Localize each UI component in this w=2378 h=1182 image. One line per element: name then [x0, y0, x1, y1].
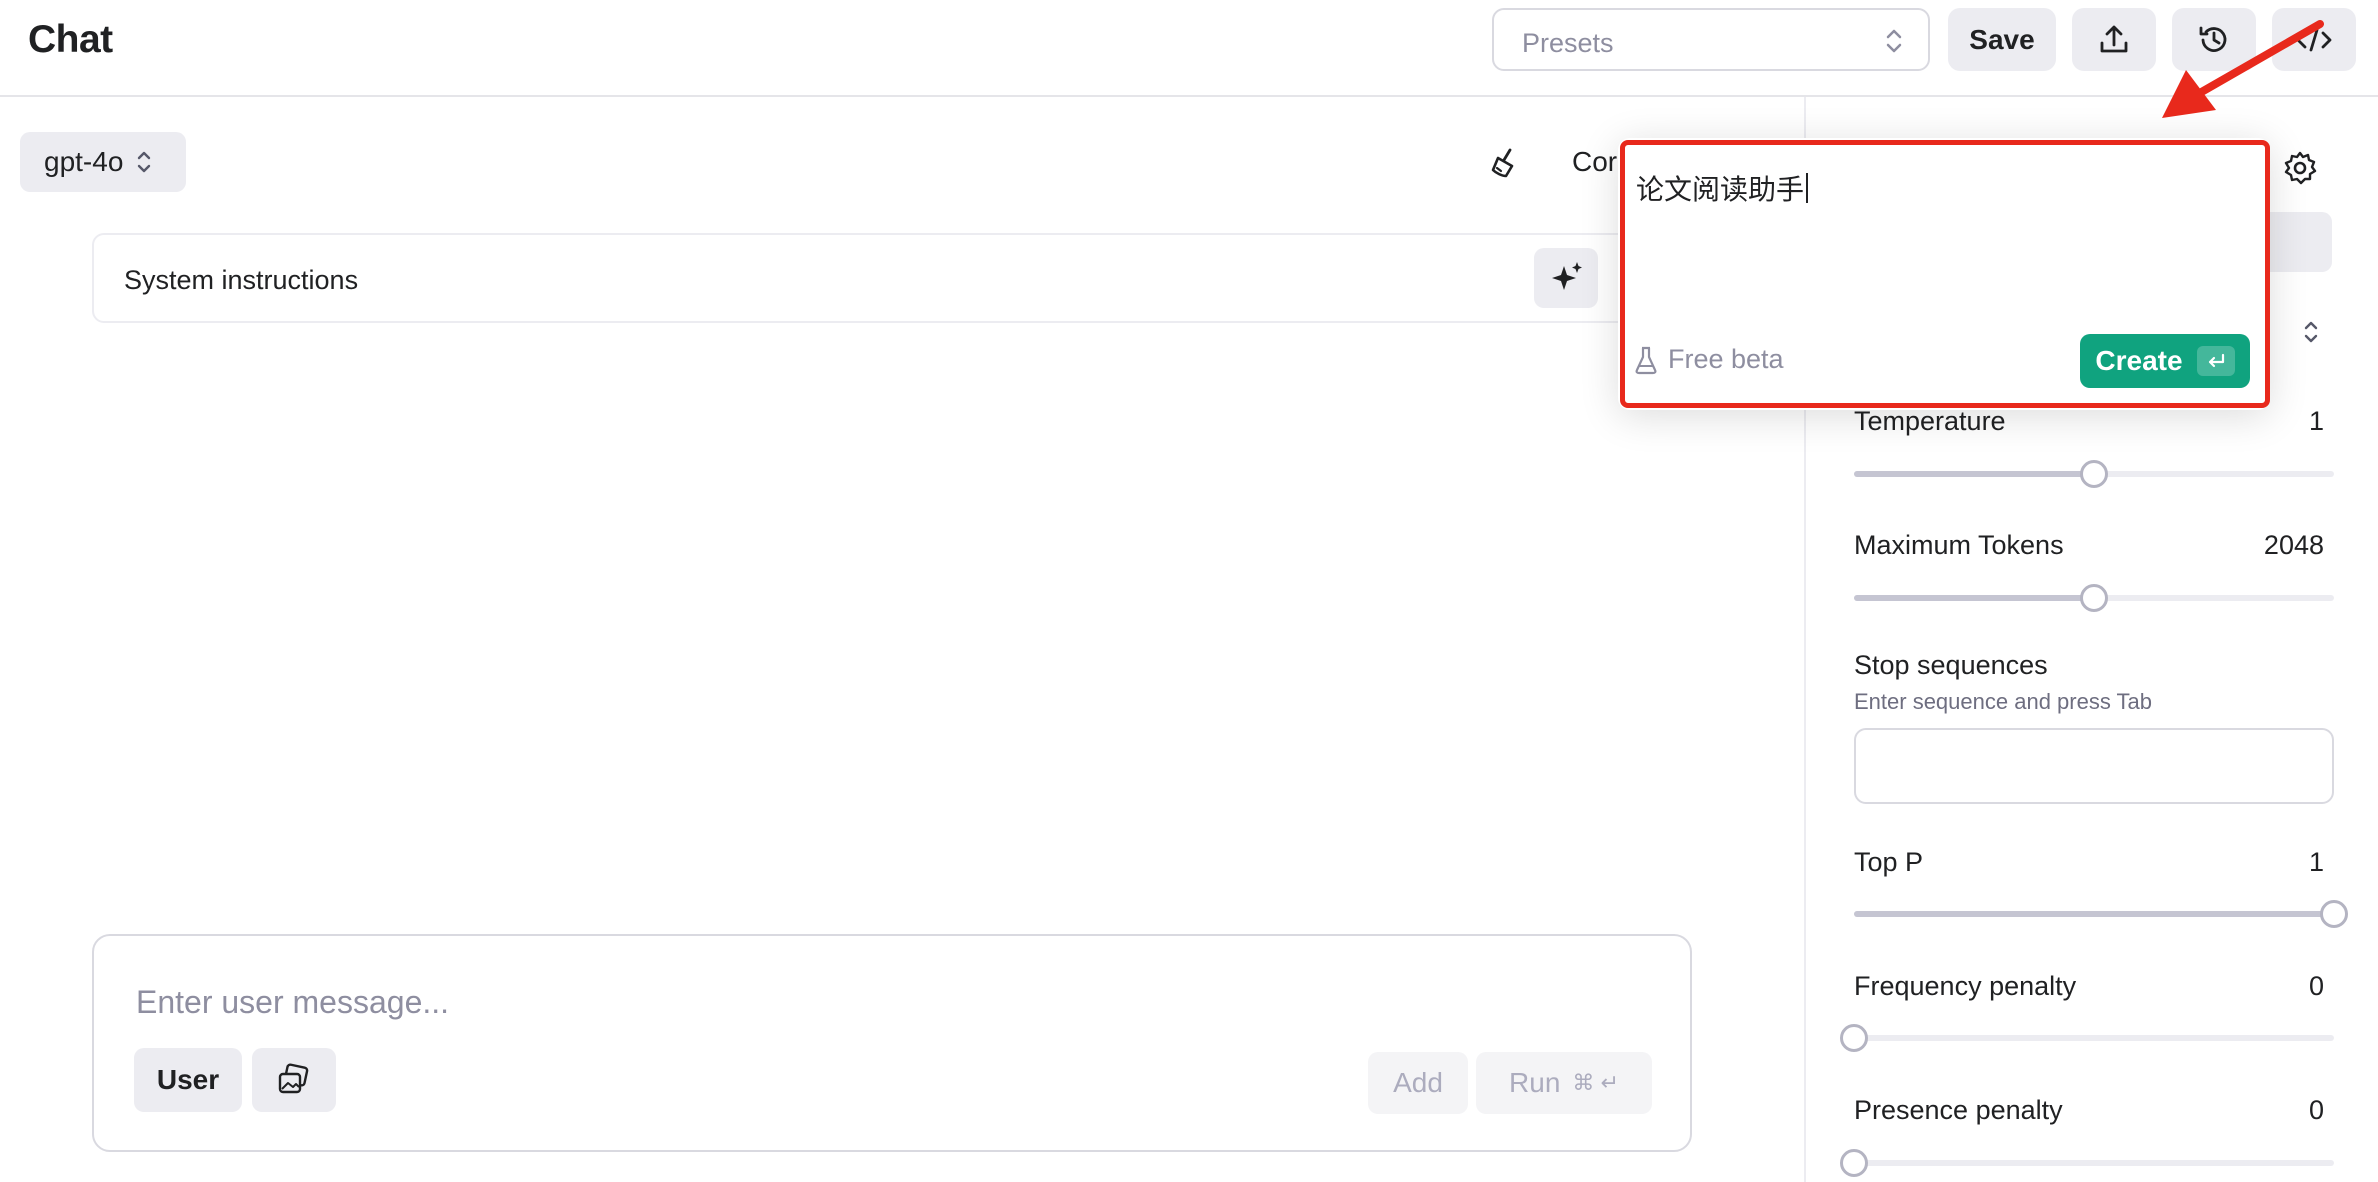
temperature-slider[interactable] [1854, 460, 2334, 488]
slider-knob[interactable] [1840, 1149, 1868, 1177]
annotation-highlight-box [1620, 140, 2270, 408]
message-composer[interactable]: Enter user message... User Add Run ⌘ ↵ [92, 934, 1692, 1152]
arrow-annotation [2162, 20, 2324, 118]
stop-sequences-label: Stop sequences [1854, 650, 2048, 680]
chevron-updown-icon [138, 151, 151, 173]
system-instructions-label: System instructions [124, 265, 359, 295]
share-icon [2100, 25, 2128, 52]
max-tokens-label: Maximum Tokens [1854, 530, 2064, 560]
add-image-button[interactable] [252, 1048, 336, 1112]
stop-sequences-hint: Enter sequence and press Tab [1854, 689, 2153, 714]
compare-button[interactable]: Cor [1572, 146, 1617, 178]
presence-penalty-value[interactable]: 0 [2309, 1095, 2324, 1126]
clear-icon[interactable] [1488, 146, 1522, 180]
sparkle-icon [1552, 262, 1582, 290]
max-tokens-slider[interactable] [1854, 584, 2334, 612]
message-input[interactable]: Enter user message... [136, 984, 449, 1021]
run-label: Run [1509, 1067, 1561, 1098]
model-select[interactable]: gpt-4o [20, 132, 186, 192]
frequency-penalty-value[interactable]: 0 [2309, 971, 2324, 1002]
run-shortcut: ⌘ ↵ [1572, 1070, 1619, 1095]
slider-knob[interactable] [1840, 1024, 1868, 1052]
share-button[interactable] [2072, 8, 2156, 71]
top-p-label: Top P [1854, 847, 1924, 877]
presence-penalty-slider[interactable] [1840, 1149, 2334, 1177]
run-button[interactable]: Run ⌘ ↵ [1476, 1052, 1652, 1114]
max-tokens-value[interactable]: 2048 [2264, 530, 2324, 561]
save-button[interactable]: Save [1948, 8, 2056, 71]
chevron-updown-icon [1886, 29, 1902, 53]
slider-knob[interactable] [2320, 900, 2348, 928]
image-icon [278, 1063, 309, 1094]
chevron-updown-icon[interactable] [2302, 318, 2320, 346]
temperature-label: Temperature [1854, 406, 2006, 436]
stop-sequences-input[interactable] [1854, 728, 2334, 804]
slider-knob[interactable] [2080, 584, 2108, 612]
top-p-value[interactable]: 1 [2309, 847, 2324, 878]
temperature-value[interactable]: 1 [2309, 406, 2324, 437]
role-toggle-button[interactable]: User [134, 1048, 242, 1112]
presets-placeholder: Presets [1522, 28, 1614, 58]
model-name: gpt-4o [44, 146, 124, 177]
add-message-button[interactable]: Add [1368, 1052, 1468, 1114]
page-title: Chat [28, 18, 113, 61]
system-instructions-box[interactable]: System instructions [92, 233, 1652, 323]
gear-icon[interactable] [2282, 150, 2318, 186]
top-header: Chat Presets Save [0, 0, 2378, 97]
frequency-penalty-label: Frequency penalty [1854, 971, 2077, 1001]
slider-knob[interactable] [2080, 460, 2108, 488]
generate-button[interactable] [1534, 248, 1598, 308]
top-p-slider[interactable] [1854, 900, 2348, 928]
frequency-penalty-slider[interactable] [1840, 1024, 2334, 1052]
presence-penalty-label: Presence penalty [1854, 1095, 2063, 1125]
presets-select[interactable]: Presets [1492, 8, 1930, 71]
